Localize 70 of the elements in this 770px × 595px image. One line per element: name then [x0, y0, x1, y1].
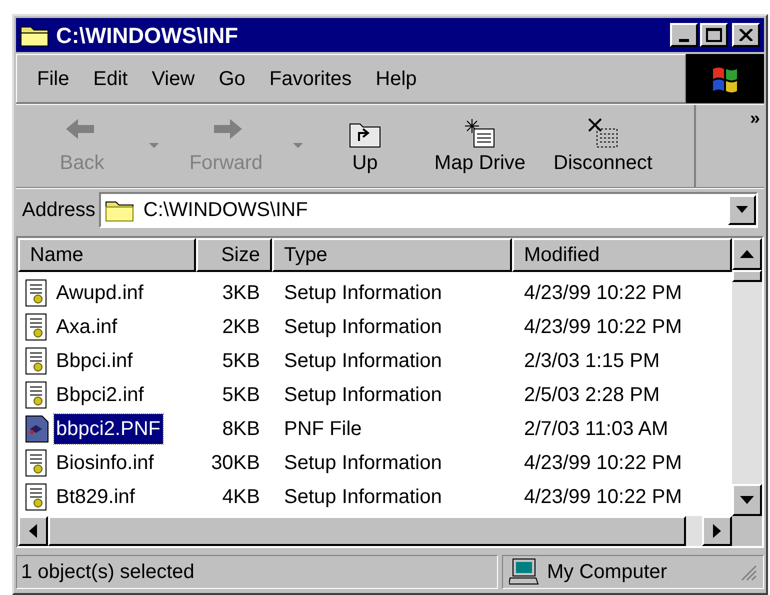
file-name[interactable]: Axa.inf: [54, 312, 120, 342]
caret-icon: [736, 206, 748, 214]
type-cell-text: Setup Information: [283, 485, 443, 510]
file-name[interactable]: Bbpci2.inf: [54, 380, 146, 410]
left-arrow-icon: [29, 524, 37, 538]
up-arrow-icon: [740, 250, 754, 258]
size-cell-text: 3KB: [221, 281, 261, 306]
caret-icon: [293, 143, 303, 149]
toolbar-button[interactable]: Map Drive: [420, 105, 540, 187]
size-cell-text: 4KB: [221, 485, 261, 510]
size-cell-text: 5KB: [221, 349, 261, 374]
type-cell-text: Setup Information: [283, 349, 443, 374]
file-name[interactable]: Awupd.inf: [54, 278, 146, 308]
scroll-right-button[interactable]: [702, 516, 732, 546]
type-cell-text: Setup Information: [283, 315, 443, 340]
close-icon: [739, 29, 753, 41]
type-cell-text: Setup Information: [283, 383, 443, 408]
maximize-button[interactable]: [700, 23, 728, 47]
dropdown-button[interactable]: [728, 194, 756, 224]
address-field[interactable]: C:\WINDOWS\INF: [99, 192, 758, 228]
type-cell-text: Setup Information: [283, 451, 443, 476]
menu-item[interactable]: File: [29, 64, 78, 94]
column-header[interactable]: Modified: [512, 238, 732, 272]
toolbar-button[interactable]: Up: [310, 105, 420, 187]
scroll-down-button[interactable]: [732, 484, 762, 516]
pnf-file-icon: [24, 415, 50, 443]
menu-item[interactable]: Favorites: [261, 64, 360, 94]
column-header[interactable]: Size: [196, 238, 272, 272]
size-cell-text: 5KB: [221, 383, 261, 408]
more-button[interactable]: »: [750, 109, 760, 129]
scroll-thumb[interactable]: [732, 270, 762, 282]
zone-text: My Computer: [547, 560, 668, 584]
menu-item[interactable]: View: [144, 64, 203, 94]
scrollbar-corner: [732, 516, 762, 546]
scroll-left-button[interactable]: [18, 516, 48, 546]
menu-item[interactable]: Help: [368, 64, 425, 94]
vertical-scrollbar[interactable]: [732, 238, 762, 516]
right-arrow-icon: [713, 524, 721, 538]
file-name[interactable]: Bbpci.inf: [54, 346, 135, 376]
file-name[interactable]: bbpci2.PNF: [54, 414, 162, 444]
modified-cell-text: 2/7/03 11:03 AM: [523, 417, 668, 442]
size-cell-text: 30KB: [210, 451, 261, 476]
computer-icon: [509, 558, 539, 586]
modified-cell-text: 4/23/99 10:22 PM: [523, 485, 682, 510]
down-arrow-icon: [740, 496, 754, 504]
column-header[interactable]: Name: [18, 238, 196, 272]
size-cell-text: 2KB: [221, 315, 261, 340]
modified-cell-text: 2/5/03 2:28 PM: [523, 383, 660, 408]
menu-item[interactable]: Go: [210, 64, 254, 94]
caret-icon: [149, 143, 159, 149]
modified-cell-text: 2/3/03 1:15 PM: [523, 349, 660, 374]
modified-cell-text: 4/23/99 10:22 PM: [523, 451, 682, 476]
menu-item[interactable]: Edit: [85, 64, 136, 94]
file-name[interactable]: Bt829.inf: [54, 482, 137, 512]
address-label: Address: [22, 198, 96, 222]
file-name[interactable]: Biosinfo.inf: [54, 448, 156, 478]
window-title: C:\WINDOWS\INF: [56, 22, 240, 50]
type-cell-text: PNF File: [283, 417, 363, 442]
size-cell-text: 8KB: [221, 417, 261, 442]
column-header[interactable]: Type: [272, 238, 512, 272]
toolbar-button[interactable]: Disconnect: [540, 105, 666, 187]
modified-cell-text: 4/23/99 10:22 PM: [523, 281, 682, 306]
minimize-button[interactable]: [670, 23, 698, 47]
resize-grip-icon[interactable]: [739, 562, 757, 580]
modified-cell-text: 4/23/99 10:22 PM: [523, 315, 682, 340]
scroll-up-button[interactable]: [732, 238, 762, 270]
close-button[interactable]: [732, 23, 760, 47]
type-cell-text: Setup Information: [283, 281, 443, 306]
status-text: 1 object(s) selected: [21, 560, 194, 584]
windows-flag-icon: [710, 64, 740, 92]
